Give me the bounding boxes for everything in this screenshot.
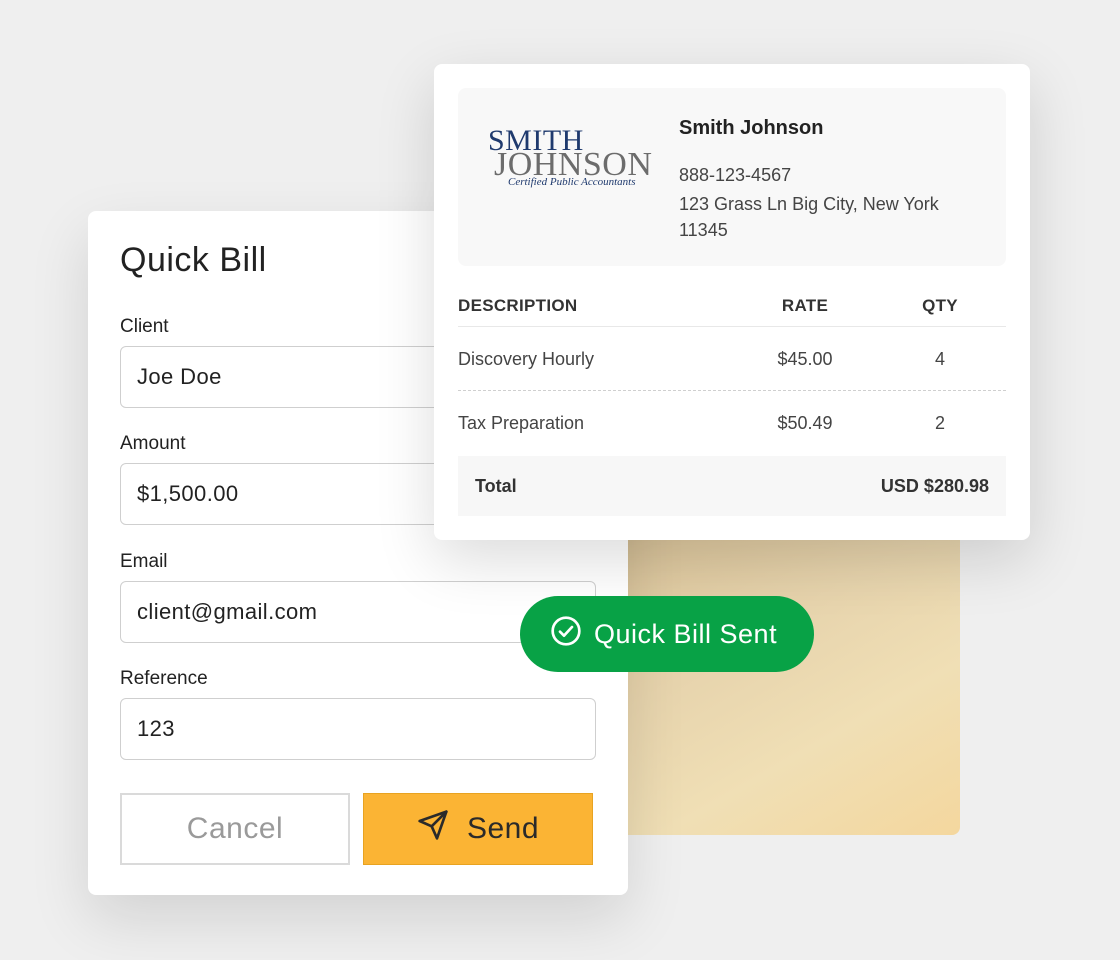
send-button-label: Send	[466, 812, 540, 845]
email-label: Email	[120, 551, 168, 572]
logo-tagline: Certified Public Accountants	[508, 176, 636, 188]
send-icon	[417, 809, 449, 849]
row-qty: 4	[934, 349, 945, 369]
row-rate: $50.49	[777, 413, 833, 433]
cancel-button[interactable]: Cancel	[120, 793, 350, 865]
header-divider	[458, 326, 1006, 327]
total-row: Total USD $280.98	[458, 456, 1006, 516]
reference-label: Reference	[120, 668, 208, 689]
row-description: Discovery Hourly	[458, 349, 595, 369]
company-phone: 888-123-4567	[679, 165, 792, 185]
row-divider	[458, 390, 1006, 391]
total-label: Total	[475, 476, 517, 496]
row-description: Tax Preparation	[458, 413, 585, 433]
send-button[interactable]: Send	[363, 793, 593, 865]
company-address: 123 Grass Ln Big City, New York 11345	[679, 194, 939, 240]
client-label: Client	[120, 316, 169, 337]
company-logo: SMITH JOHNSON Certified Public Accountan…	[486, 124, 656, 194]
amount-label: Amount	[120, 433, 186, 454]
check-circle-icon	[550, 615, 582, 654]
total-value: USD $280.98	[880, 476, 989, 496]
row-rate: $45.00	[777, 349, 833, 369]
column-header-rate: RATE	[781, 296, 829, 315]
company-name: Smith Johnson	[679, 117, 824, 139]
reference-input[interactable]	[120, 698, 596, 760]
quick-bill-sent-toast: Quick Bill Sent	[520, 596, 814, 672]
column-header-description: DESCRIPTION	[458, 296, 578, 315]
column-header-qty: QTY	[922, 296, 958, 315]
invoice-card: SMITH JOHNSON Certified Public Accountan…	[434, 64, 1030, 540]
row-qty: 2	[934, 413, 945, 433]
quick-bill-title: Quick Bill	[120, 241, 267, 279]
invoice-header: SMITH JOHNSON Certified Public Accountan…	[458, 88, 1006, 266]
toast-text: Quick Bill Sent	[594, 618, 778, 649]
